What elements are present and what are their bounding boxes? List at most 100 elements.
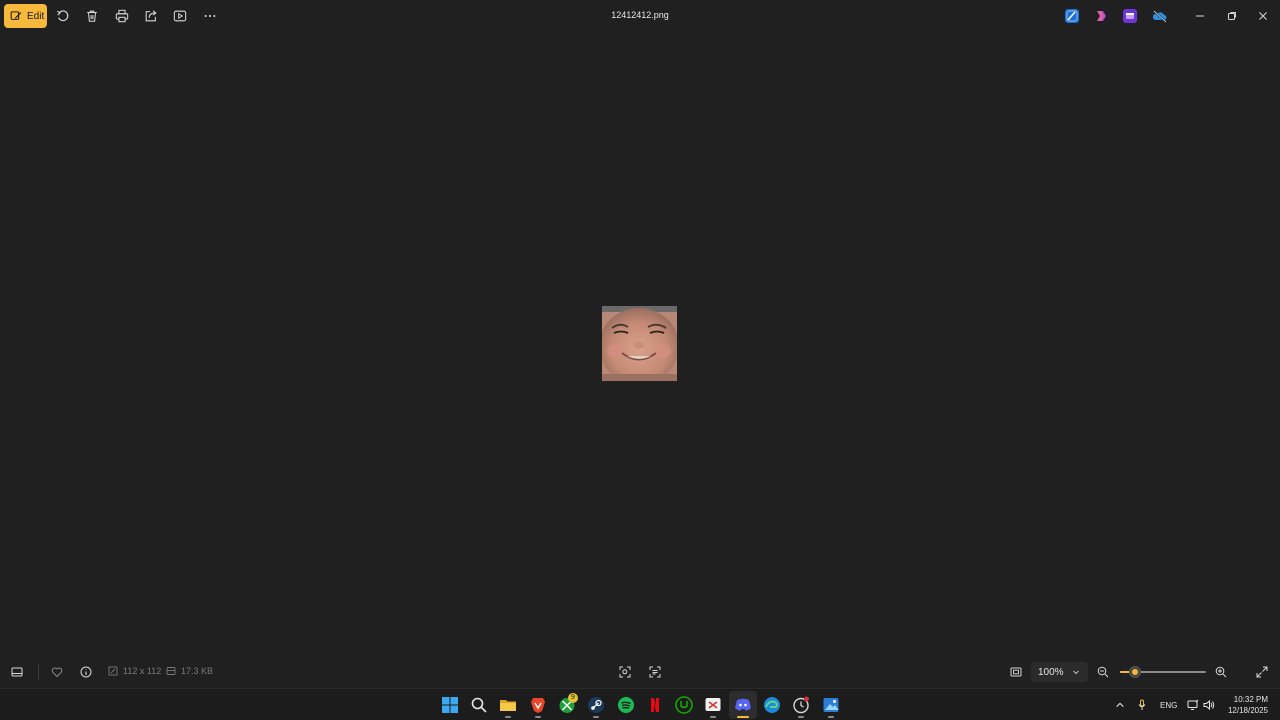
zoom-out-button[interactable]: [1096, 665, 1110, 679]
xbox-notification-badge: 9: [568, 693, 578, 703]
expand-icon: [1256, 666, 1268, 678]
discord-icon: [735, 698, 751, 711]
fit-to-window-button[interactable]: [1009, 665, 1023, 679]
storage-icon: [166, 667, 176, 675]
delete-button[interactable]: [84, 8, 100, 24]
taskbar-steam[interactable]: [586, 695, 606, 715]
onedrive-offline-icon[interactable]: [1152, 9, 1168, 23]
running-indicator: [798, 716, 804, 718]
designer-icon[interactable]: [1123, 9, 1137, 23]
minimize-button[interactable]: [1190, 6, 1210, 26]
taskbar-spotify[interactable]: [616, 695, 636, 715]
restore-icon: [1228, 12, 1236, 20]
running-indicator: [535, 716, 541, 718]
zoom-slider-thumb[interactable]: [1129, 666, 1141, 678]
brave-icon: [531, 698, 545, 713]
clipchamp-icon[interactable]: [1094, 9, 1108, 23]
file-size-text: 17.3 KB: [181, 666, 214, 676]
dimensions-text: 112 x 112: [123, 666, 162, 676]
zoom-slider[interactable]: [1120, 666, 1206, 678]
visual-search-icon: [619, 666, 631, 678]
taskbar-photos[interactable]: [821, 695, 841, 715]
running-indicator: [710, 716, 716, 718]
upwork-icon: [675, 696, 693, 714]
zoom-out-icon: [1097, 666, 1109, 678]
network-button[interactable]: [1186, 695, 1200, 715]
zoom-level-dropdown[interactable]: 100%: [1031, 662, 1088, 682]
running-indicator: [593, 716, 599, 718]
spotify-icon: [618, 697, 634, 713]
taskbar-clock[interactable]: 10:32 PM 12/18/2025: [1228, 694, 1268, 716]
chevron-down-icon: [1073, 670, 1079, 675]
file-size: 17.3 KB: [166, 666, 213, 676]
taskbar-search-button[interactable]: [469, 695, 489, 715]
file-explorer-icon: [500, 700, 516, 711]
rotate-icon: [56, 10, 69, 22]
taskbar-netflix[interactable]: [645, 695, 665, 715]
scan-text-button[interactable]: [648, 665, 662, 679]
taskbar-snipping-tool[interactable]: [703, 695, 723, 715]
windows-start-icon: [442, 697, 458, 713]
close-button[interactable]: [1253, 6, 1273, 26]
taskbar-file-explorer[interactable]: [498, 695, 518, 715]
zoom-level-text: 100%: [1038, 666, 1064, 678]
photos-app-window: Edit 12412412.png 112 x 112 17.3 KB 100%: [0, 0, 1280, 688]
more-options-button[interactable]: [202, 8, 218, 24]
filmstrip-button[interactable]: [10, 665, 24, 679]
zoom-in-button[interactable]: [1214, 665, 1228, 679]
fit-screen-icon: [1010, 667, 1022, 677]
taskbar-edge[interactable]: [762, 695, 782, 715]
taskbar-upwork[interactable]: [674, 695, 694, 715]
active-indicator: [737, 716, 749, 718]
rotate-button[interactable]: [55, 8, 71, 24]
clock-app-icon: [793, 696, 809, 714]
start-button[interactable]: [440, 695, 460, 715]
taskbar-discord[interactable]: [733, 695, 753, 715]
running-indicator: [828, 716, 834, 718]
zoom-in-icon: [1215, 666, 1227, 678]
bottom-status-bar: 112 x 112 17.3 KB 100%: [0, 656, 1280, 688]
volume-icon: [1203, 699, 1215, 711]
edit-label: Edit: [27, 10, 45, 22]
info-icon: [80, 666, 92, 678]
close-icon: [1259, 12, 1267, 20]
displayed-image[interactable]: [602, 306, 677, 381]
network-icon: [1187, 699, 1199, 710]
photos-app-icon: [823, 698, 839, 712]
heart-icon: [51, 667, 63, 678]
edit-button[interactable]: Edit: [4, 4, 47, 28]
steam-icon: [588, 697, 604, 713]
clock-date: 12/18/2025: [1227, 706, 1268, 715]
windows-taskbar: 9 ENG 10:32 PM 12/18/2025: [0, 688, 1280, 720]
print-button[interactable]: [114, 8, 130, 24]
microphone-icon: [1138, 699, 1146, 710]
chevron-up-icon: [1116, 702, 1124, 708]
maximize-button[interactable]: [1222, 6, 1242, 26]
share-button[interactable]: [143, 8, 159, 24]
filmstrip-icon: [11, 667, 23, 677]
netflix-icon: [651, 698, 659, 712]
microphone-button[interactable]: [1135, 695, 1149, 715]
more-icon: [204, 14, 216, 18]
running-indicator: [505, 716, 511, 718]
full-screen-button[interactable]: [1255, 665, 1269, 679]
favorite-button[interactable]: [50, 665, 64, 679]
volume-button[interactable]: [1202, 695, 1216, 715]
show-hidden-icons-button[interactable]: [1113, 695, 1127, 715]
edit-icon: [10, 11, 22, 20]
print-icon: [115, 9, 129, 23]
edge-icon: [764, 697, 780, 713]
taskbar-clock-app[interactable]: [791, 695, 811, 715]
photos-editor-icon[interactable]: [1065, 9, 1079, 23]
visual-search-button[interactable]: [618, 665, 632, 679]
top-toolbar: Edit 12412412.png: [0, 0, 1280, 32]
slideshow-button[interactable]: [172, 8, 188, 24]
share-icon: [145, 10, 157, 22]
image-dimensions: 112 x 112: [108, 666, 161, 676]
file-info-button[interactable]: [79, 665, 93, 679]
minimize-icon: [1196, 15, 1204, 17]
dimensions-icon: [108, 666, 118, 676]
taskbar-brave[interactable]: [528, 695, 548, 715]
language-indicator[interactable]: ENG: [1160, 701, 1177, 710]
file-name-title: 12412412.png: [611, 10, 669, 20]
